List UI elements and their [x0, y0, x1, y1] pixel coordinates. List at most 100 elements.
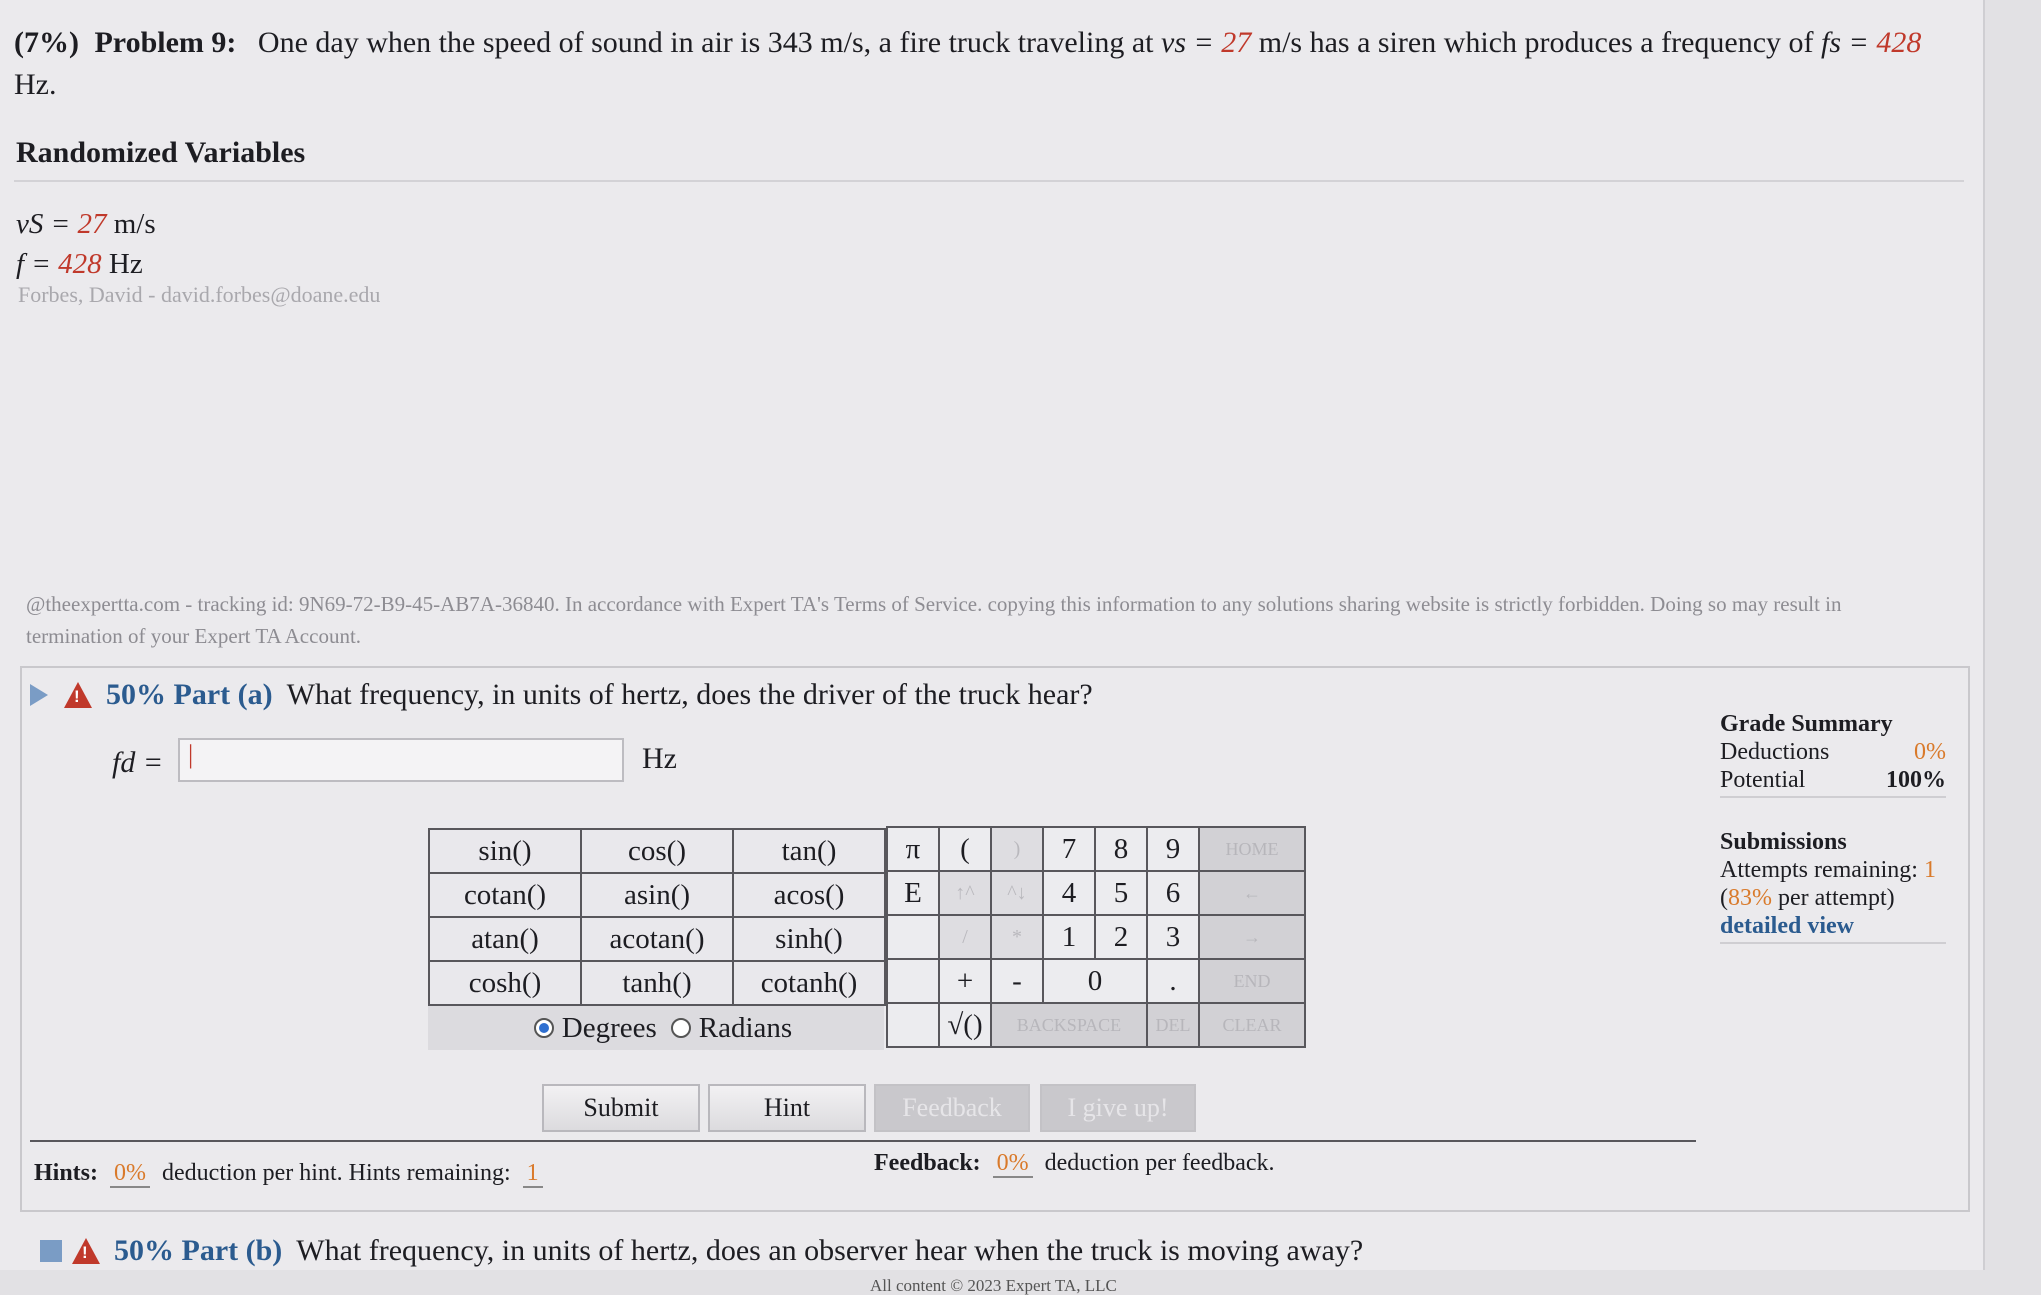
feedback-info: Feedback: 0% deduction per feedback. [874, 1150, 1275, 1178]
key-e[interactable]: E [886, 870, 940, 916]
func-cosh[interactable]: cosh() [428, 960, 582, 1006]
key-3[interactable]: 3 [1146, 914, 1200, 960]
func-cos[interactable]: cos() [580, 828, 734, 874]
key-minus[interactable]: - [990, 958, 1044, 1004]
part-a-question: What frequency, in units of hertz, does … [286, 678, 1093, 711]
key-lparen[interactable]: ( [938, 826, 992, 872]
key-clear[interactable]: CLEAR [1198, 1002, 1306, 1048]
part-b-question: What frequency, in units of hertz, does … [296, 1234, 1364, 1267]
key-home[interactable]: HOME [1198, 826, 1306, 872]
key-down[interactable]: ^↓ [990, 870, 1044, 916]
key-plus[interactable]: + [938, 958, 992, 1004]
degrees-label: Degrees [561, 1011, 657, 1044]
var-f-unit: Hz [108, 248, 143, 280]
submissions-divider [1720, 942, 1946, 944]
key-sqrt[interactable]: √() [938, 1002, 992, 1048]
part-b-label: 50% Part (b) [114, 1234, 283, 1267]
submissions: Submissions Attempts remaining: 1 (83% p… [1720, 828, 1946, 944]
attempts-value: 1 [1923, 857, 1936, 883]
attempts-label: Attempts remaining: [1720, 857, 1918, 883]
give-up-button[interactable]: I give up! [1040, 1084, 1196, 1132]
part-icon [40, 1240, 62, 1262]
key-right[interactable]: → [1198, 914, 1306, 960]
play-icon[interactable] [30, 684, 48, 706]
submissions-title: Submissions [1720, 829, 1847, 855]
hint-button[interactable]: Hint [708, 1084, 866, 1132]
vs-symbol: vs = [1161, 26, 1214, 59]
copyright-footer: All content © 2023 Expert TA, LLC [870, 1276, 1117, 1295]
func-asin[interactable]: asin() [580, 872, 734, 918]
key-5[interactable]: 5 [1094, 870, 1148, 916]
attempts-row: Attempts remaining: 1 [1720, 856, 1946, 884]
key-pi[interactable]: π [886, 826, 940, 872]
var-f-label: f = [16, 248, 51, 280]
key-6[interactable]: 6 [1146, 870, 1200, 916]
function-keypad: sin() cos() tan() cotan() asin() acos() … [428, 828, 886, 1006]
warning-icon [72, 1238, 100, 1264]
answer-input[interactable]: | [178, 738, 624, 782]
key-8[interactable]: 8 [1094, 826, 1148, 872]
key-4[interactable]: 4 [1042, 870, 1096, 916]
grade-divider [1720, 796, 1946, 798]
feedback-label: Feedback: [874, 1150, 981, 1176]
key-backspace[interactable]: BACKSPACE [990, 1002, 1148, 1048]
hints-label: Hints: [34, 1160, 99, 1186]
number-keypad: π ( ) 7 8 9 HOME E ↑^ ^↓ 4 5 6 ← / * 1 2… [886, 826, 1306, 1048]
randomized-variables-title: Randomized Variables [16, 136, 306, 169]
answer-label: fd = [112, 746, 164, 779]
key-rparen[interactable]: ) [990, 826, 1044, 872]
func-tanh[interactable]: tanh() [580, 960, 734, 1006]
problem-text-1: One day when the speed of sound in air i… [257, 26, 1154, 59]
warning-icon [64, 682, 92, 708]
fs-value: 428 [1876, 26, 1922, 59]
func-acotan[interactable]: acotan() [580, 916, 734, 962]
deductions-row: Deductions 0% [1720, 738, 1946, 766]
func-atan[interactable]: atan() [428, 916, 582, 962]
hints-text: deduction per hint. Hints remaining: [162, 1160, 511, 1186]
feedback-pct: 0% [992, 1150, 1033, 1178]
problem-label: Problem 9: [94, 26, 237, 59]
hints-remaining: 1 [522, 1160, 543, 1188]
key-up[interactable]: ↑^ [938, 870, 992, 916]
key-empty-3 [886, 1002, 940, 1048]
problem-statement: (7%) Problem 9: One day when the speed o… [14, 22, 1964, 106]
var-f: f = 428 Hz [16, 244, 156, 284]
detailed-view-link[interactable]: detailed view [1720, 912, 1946, 940]
key-star[interactable]: * [990, 914, 1044, 960]
key-dot[interactable]: . [1146, 958, 1200, 1004]
key-1[interactable]: 1 [1042, 914, 1096, 960]
feedback-button[interactable]: Feedback [874, 1084, 1030, 1132]
func-tan[interactable]: tan() [732, 828, 886, 874]
key-9[interactable]: 9 [1146, 826, 1200, 872]
submit-button[interactable]: Submit [542, 1084, 700, 1132]
func-cotanh[interactable]: cotanh() [732, 960, 886, 1006]
angle-mode: Degrees Radians [428, 1006, 884, 1050]
key-end[interactable]: END [1198, 958, 1306, 1004]
hints-pct: 0% [110, 1160, 151, 1188]
per-attempt-row: (83% per attempt) [1720, 885, 1895, 911]
part-b-header[interactable]: 50% Part (b) What frequency, in units of… [40, 1234, 1363, 1268]
var-vs-unit: m/s [113, 208, 156, 240]
func-sin[interactable]: sin() [428, 828, 582, 874]
degrees-radio[interactable] [533, 1018, 554, 1038]
deductions-value: 0% [1914, 739, 1946, 765]
page: (7%) Problem 9: One day when the speed o… [0, 0, 1985, 1295]
key-2[interactable]: 2 [1094, 914, 1148, 960]
key-del[interactable]: DEL [1146, 1002, 1200, 1048]
deductions-label: Deductions [1720, 739, 1830, 765]
potential-row: Potential 100% [1720, 766, 1946, 794]
problem-text-2: m/s has a siren which produces a frequen… [1258, 26, 1814, 59]
key-7[interactable]: 7 [1042, 826, 1096, 872]
func-acos[interactable]: acos() [732, 872, 886, 918]
radians-radio[interactable] [670, 1018, 691, 1038]
func-sinh[interactable]: sinh() [732, 916, 886, 962]
var-vs-value: 27 [77, 208, 107, 240]
divider [14, 180, 1964, 182]
key-0[interactable]: 0 [1042, 958, 1148, 1004]
key-slash[interactable]: / [938, 914, 992, 960]
radians-label: Radians [698, 1011, 793, 1044]
tracking-notice: @theexpertta.com - tracking id: 9N69-72-… [26, 592, 1842, 648]
key-left[interactable]: ← [1198, 870, 1306, 916]
func-cotan[interactable]: cotan() [428, 872, 582, 918]
vs-value: 27 [1221, 26, 1252, 59]
